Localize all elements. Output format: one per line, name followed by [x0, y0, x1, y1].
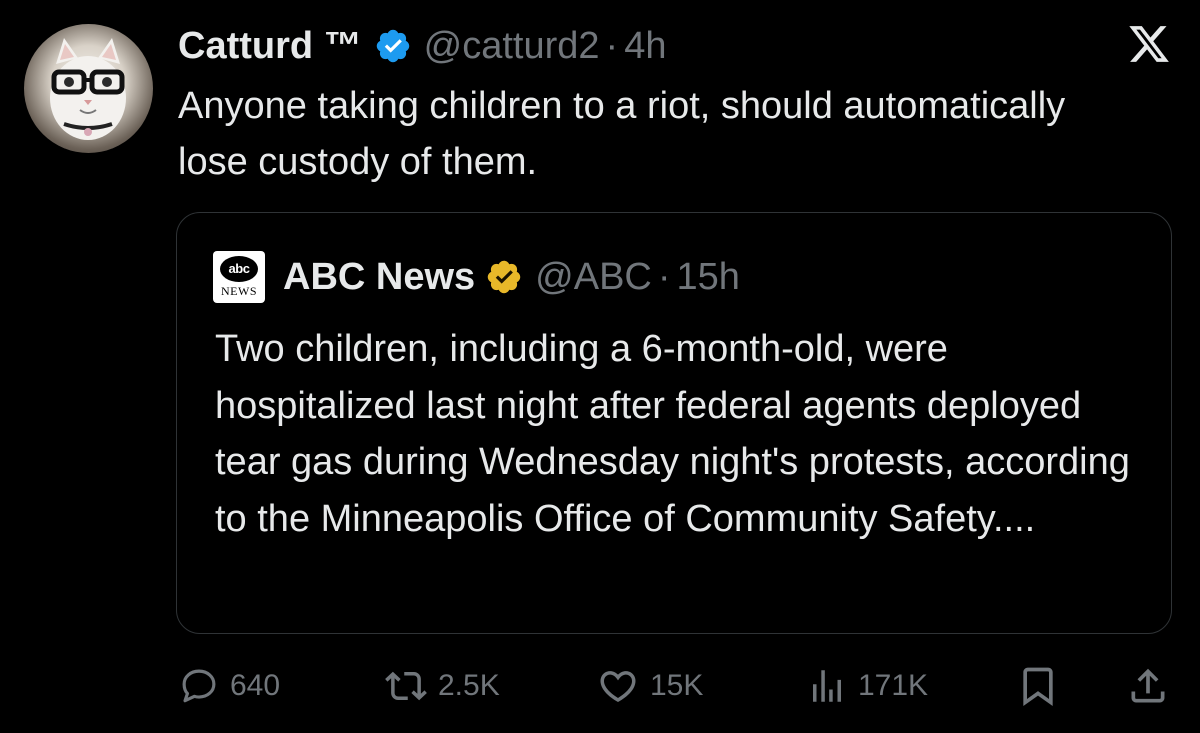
tweet-header: Catturd ™ @catturd2 · 4h [178, 18, 666, 74]
tweet-timestamp[interactable]: 4h [624, 25, 666, 68]
views-count: 171K [858, 669, 929, 702]
quoted-author-display-name[interactable]: ABC News [283, 256, 475, 299]
quoted-tweet-header: abc NEWS ABC News @ABC · 15h [213, 249, 740, 305]
author-handle[interactable]: @catturd2 [424, 25, 600, 68]
abc-news-logo[interactable]: abc NEWS [213, 251, 265, 303]
views-chart-icon [813, 670, 841, 702]
tweet-text: Anyone taking children to a riot, should… [178, 85, 1066, 183]
header-separator: · [605, 24, 619, 67]
share-icon [1131, 668, 1165, 703]
like-button[interactable]: 15K [596, 664, 703, 708]
quoted-tweet-text: Two children, including a 6-month-old, w… [215, 328, 1130, 540]
quoted-header-separator: · [657, 255, 671, 298]
repost-button[interactable]: 2.5K [384, 664, 500, 708]
verified-organization-badge-icon [485, 258, 523, 296]
tweet-action-bar: 640 2.5K 15K 171K [178, 664, 1172, 708]
reply-button[interactable]: 640 [178, 664, 280, 708]
like-count: 15K [650, 669, 704, 702]
author-avatar[interactable] [24, 24, 153, 153]
repost-icon [385, 671, 427, 701]
verified-badge-icon [374, 27, 412, 65]
cat-with-glasses-avatar-icon [50, 38, 126, 140]
abc-logo-news-text: NEWS [221, 284, 257, 298]
abc-logo-mark: abc [220, 256, 258, 282]
quoted-author-handle[interactable]: @ABC [535, 256, 652, 299]
share-button[interactable] [1126, 664, 1170, 708]
bookmark-button[interactable] [1016, 664, 1060, 708]
bookmark-icon [1023, 667, 1053, 707]
quoted-tweet-timestamp[interactable]: 15h [677, 256, 740, 299]
repost-count: 2.5K [438, 669, 500, 702]
views-button[interactable]: 171K [806, 664, 928, 708]
quoted-tweet[interactable]: abc NEWS ABC News @ABC · 15h Two childre… [176, 212, 1172, 634]
tweet-card[interactable]: Catturd ™ @catturd2 · 4h Anyone taking c… [0, 0, 1200, 733]
reply-count: 640 [230, 669, 281, 702]
reply-icon [182, 669, 216, 703]
author-display-name[interactable]: Catturd ™ [178, 25, 362, 68]
heart-icon [600, 671, 636, 703]
x-logo-icon [1126, 22, 1172, 66]
